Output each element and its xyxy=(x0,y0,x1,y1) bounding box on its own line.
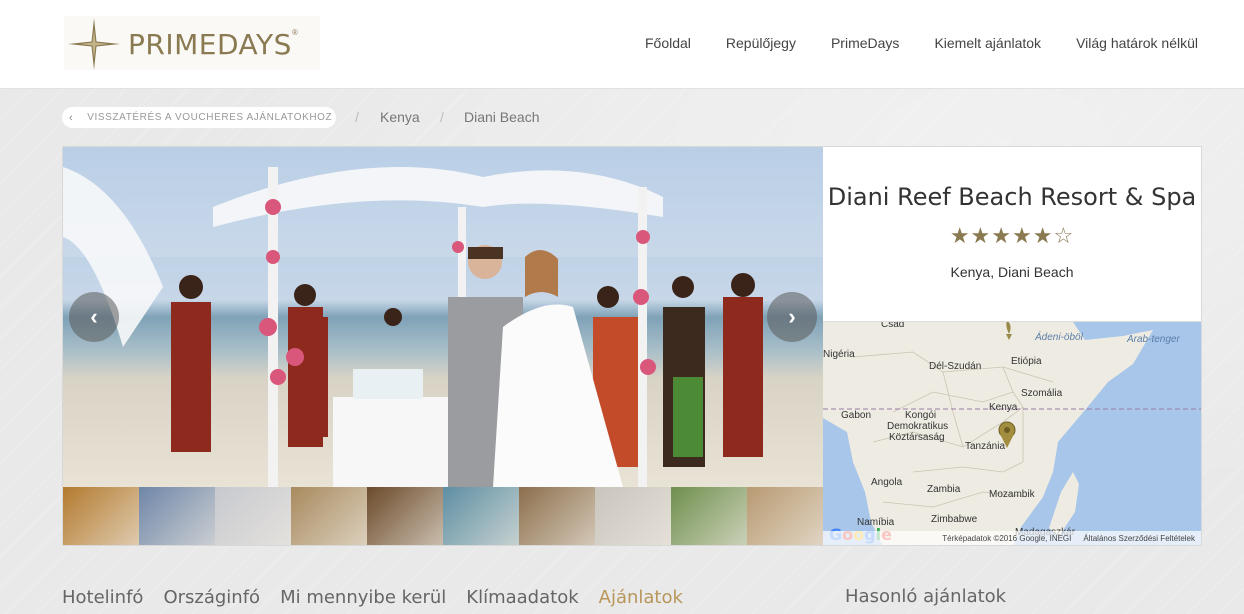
nav-primedays[interactable]: PrimeDays xyxy=(831,35,899,51)
chevron-left-icon: ‹ xyxy=(69,111,74,124)
nav-fooldal[interactable]: Főoldal xyxy=(645,35,691,51)
back-button-label: VISSZATÉRÉS A VOUCHERES AJÁNLATOKHOZ xyxy=(87,112,333,123)
map-label: Mozambik xyxy=(989,489,1035,500)
map-terms-link[interactable]: Általános Szerződési Feltételek xyxy=(1083,534,1195,543)
hotel-name: Diani Reef Beach Resort & Spa xyxy=(827,183,1197,211)
main-nav: Főoldal Repülőjegy PrimeDays Kiemelt ajá… xyxy=(645,35,1198,51)
map-copyright: Térképadatok ©2016 Google, INEGI xyxy=(942,533,1072,543)
breadcrumb-diani-beach[interactable]: Diani Beach xyxy=(464,109,540,125)
tab-ajanlatok[interactable]: Ajánlatok xyxy=(599,587,683,608)
map-label: Etiópia xyxy=(1011,356,1042,367)
breadcrumb-separator: / xyxy=(355,109,359,125)
map-label: Csád xyxy=(881,321,905,330)
hotel-info-panel: Diani Reef Beach Resort & Spa ★★★★★☆ Ken… xyxy=(823,147,1201,321)
tab-hotelinfo[interactable]: Hotelinfó xyxy=(62,587,143,608)
breadcrumb-separator: / xyxy=(440,109,444,125)
map-label: Zimbabwe xyxy=(931,514,978,525)
similar-offers-title: Hasonló ajánlatok xyxy=(845,586,1007,607)
nav-kiemelt-ajanlatok[interactable]: Kiemelt ajánlatok xyxy=(934,35,1041,51)
photo-gallery: ‹ › xyxy=(63,147,823,487)
map-attribution: Térképadatok ©2016 Google, INEGI Általán… xyxy=(823,531,1201,545)
thumbnail[interactable] xyxy=(367,487,443,545)
logo-wordmark: PRIMEDAYS xyxy=(128,28,292,61)
nav-vilag-hatarok-nelkul[interactable]: Világ határok nélkül xyxy=(1076,35,1198,51)
map-label: Arab-tenger xyxy=(1127,334,1180,345)
map-label: Szomália xyxy=(1021,388,1063,399)
logo-registered: ® xyxy=(292,28,298,37)
map-label: Dél-Szudán xyxy=(929,361,982,372)
thumbnail[interactable] xyxy=(215,487,291,545)
map-label: Ádeni-öböl xyxy=(1035,332,1083,343)
map-label: Gabon xyxy=(841,410,872,421)
map-label: Nigéria xyxy=(823,349,855,360)
nav-repulojegy[interactable]: Repülőjegy xyxy=(726,35,796,51)
gallery-prev-button[interactable]: ‹ xyxy=(69,292,119,342)
thumbnail[interactable] xyxy=(291,487,367,545)
tab-klimaadatok[interactable]: Klímaadatok xyxy=(466,587,578,608)
chevron-left-icon: ‹ xyxy=(90,304,98,329)
map-label: Angola xyxy=(871,477,903,488)
map-label: Kongói xyxy=(905,410,937,421)
compass-star-icon xyxy=(68,18,120,70)
map-label: Demokratikus xyxy=(887,421,949,432)
map-label: Tanzánia xyxy=(965,441,1006,452)
star-rating: ★★★★★☆ xyxy=(949,223,1075,248)
map-label: Köztársaság xyxy=(889,432,945,443)
map-label: Zambia xyxy=(927,484,961,495)
breadcrumb-kenya[interactable]: Kenya xyxy=(380,109,420,125)
thumbnail-strip xyxy=(63,487,823,545)
thumbnail[interactable] xyxy=(595,487,671,545)
back-to-vouchers-button[interactable]: ‹ VISSZATÉRÉS A VOUCHERES AJÁNLATOKHOZ xyxy=(62,107,336,128)
thumbnail[interactable] xyxy=(63,487,139,545)
chevron-right-icon: › xyxy=(788,304,796,329)
detail-tabs: Hotelinfó Országinfó Mi mennyibe kerül K… xyxy=(62,587,703,608)
tab-orszaginfo[interactable]: Országinfó xyxy=(163,587,260,608)
thumbnail[interactable] xyxy=(747,487,823,545)
tab-mi-mennyibe-kerul[interactable]: Mi mennyibe kerül xyxy=(280,587,446,608)
gallery-next-button[interactable]: › xyxy=(767,292,817,342)
location-map[interactable]: Csád Ádeni-öböl Arab-tenger Nigéria Dél-… xyxy=(823,321,1201,545)
hotel-photo[interactable] xyxy=(63,147,823,487)
primedays-logo[interactable]: PRIMEDAYS ® xyxy=(64,16,320,70)
thumbnail[interactable] xyxy=(443,487,519,545)
hotel-location: Kenya, Diani Beach xyxy=(950,264,1074,280)
site-header: PRIMEDAYS ® Főoldal Repülőjegy PrimeDays… xyxy=(0,0,1244,89)
thumbnail[interactable] xyxy=(519,487,595,545)
thumbnail[interactable] xyxy=(671,487,747,545)
thumbnail[interactable] xyxy=(139,487,215,545)
map-label: Kenya xyxy=(989,402,1018,413)
hotel-card: ‹ › Diani Reef Beach Resort & Spa ★★★★★☆… xyxy=(62,146,1202,546)
